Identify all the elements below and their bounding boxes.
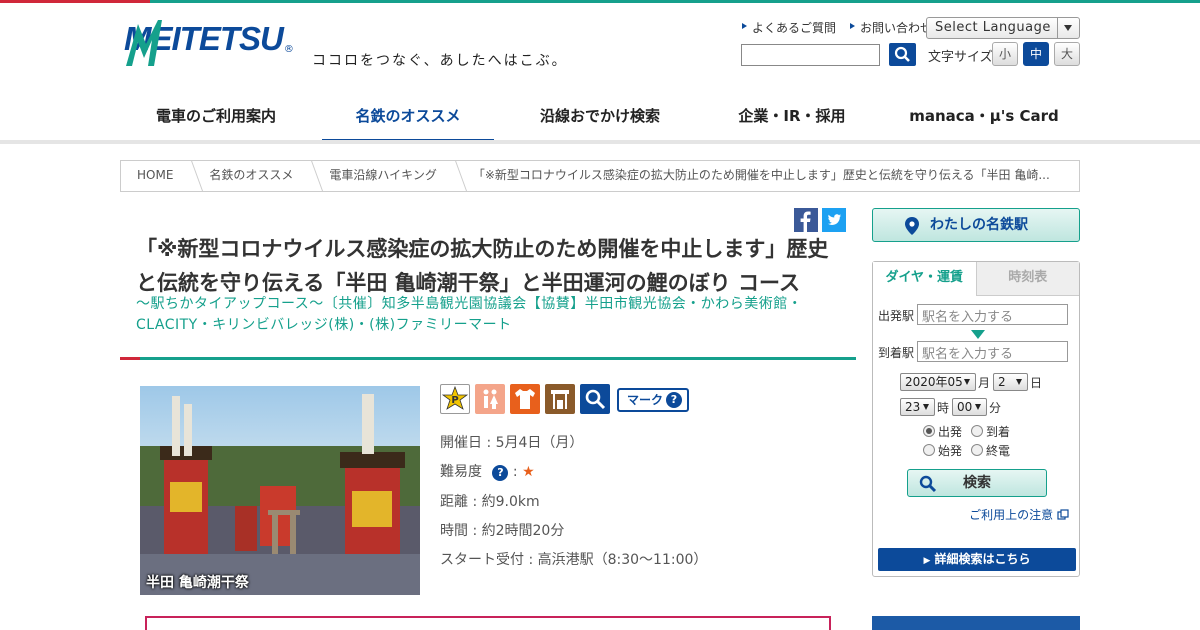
to-station-input[interactable]: 駅名を入力する bbox=[917, 341, 1068, 362]
shop-icon bbox=[545, 384, 575, 414]
arrow-down-icon bbox=[971, 330, 985, 339]
usage-notice-link[interactable]: ご利用上の注意 bbox=[969, 506, 1069, 523]
my-station-button[interactable]: わたしの名鉄駅 bbox=[872, 208, 1080, 242]
notice-box bbox=[145, 616, 831, 630]
title-underline bbox=[120, 357, 856, 360]
search-icon bbox=[894, 46, 910, 62]
facebook-share-button[interactable] bbox=[794, 208, 818, 232]
nav-outing-search[interactable]: 沿線おでかけ検索 bbox=[504, 88, 696, 143]
mark-help-button[interactable]: マーク ? bbox=[617, 388, 689, 412]
search-icon bbox=[919, 475, 937, 493]
chevron-down-icon bbox=[1057, 18, 1079, 38]
radio-departure[interactable]: 出発 bbox=[923, 423, 962, 440]
language-select-label: Select Language bbox=[935, 20, 1051, 35]
photo-caption: 半田 亀崎潮干祭 bbox=[146, 575, 249, 591]
top-accent-bar bbox=[0, 0, 1200, 3]
breadcrumb-home[interactable]: HOME bbox=[121, 161, 193, 191]
course-distance: 距離 : 約9.0km bbox=[440, 494, 540, 510]
detail-search-label: 詳細検索はこちら bbox=[934, 552, 1031, 566]
breadcrumb-hiking[interactable]: 電車沿線ハイキング bbox=[313, 161, 456, 191]
logo-m-icon bbox=[126, 20, 162, 66]
day-select[interactable]: 2 bbox=[993, 373, 1028, 391]
page-subtitle: ～駅ちかタイアップコース～〔共催〕知多半島観光園協議会【協賛】半田市観光協会・か… bbox=[136, 296, 803, 333]
font-size-medium[interactable]: 中 bbox=[1023, 42, 1049, 66]
difficulty-help-icon[interactable]: ? bbox=[492, 465, 509, 481]
mark-label: マーク bbox=[627, 393, 664, 407]
my-station-label: わたしの名鉄駅 bbox=[930, 217, 1028, 233]
difficulty-separator: : bbox=[512, 464, 518, 480]
language-select[interactable]: Select Language bbox=[926, 17, 1080, 39]
font-size-label: 文字サイズ bbox=[928, 50, 993, 65]
radio-arrival[interactable]: 到着 bbox=[971, 423, 1010, 440]
page-title: 「※新型コロナウイルス感染症の拡大防止のため開催を中止します」歴史と伝統を守り伝… bbox=[136, 237, 829, 295]
course-photo: 半田 亀崎潮干祭 bbox=[140, 386, 420, 595]
tagline: ココロをつなぐ、あしたへはこぶ。 bbox=[312, 53, 568, 69]
nav-corporate[interactable]: 企業・IR・採用 bbox=[696, 88, 888, 143]
site-search-button[interactable] bbox=[889, 43, 916, 66]
breadcrumb-recommend[interactable]: 名鉄のオススメ bbox=[193, 161, 313, 191]
timetable-panel: ダイヤ・運賃 時刻表 出発駅 駅名を入力する 到着駅 駅名を入力する 2020年… bbox=[872, 261, 1080, 577]
triangle-right-icon: ▶ bbox=[923, 556, 931, 566]
nav-divider bbox=[0, 140, 1200, 144]
year-month-select[interactable]: 2020年05 bbox=[900, 373, 976, 391]
usage-notice-label: ご利用上の注意 bbox=[969, 508, 1054, 522]
detail-search-button[interactable]: ▶ 詳細検索はこちら bbox=[878, 548, 1076, 571]
breadcrumb: HOME 名鉄のオススメ 電車沿線ハイキング 「※新型コロナウイルス感染症の拡大… bbox=[120, 160, 1080, 192]
nav-recommend[interactable]: 名鉄のオススメ bbox=[312, 88, 504, 143]
facility-icons: P bbox=[440, 384, 610, 414]
day-unit: 日 bbox=[1030, 376, 1043, 390]
radio-last-train[interactable]: 終電 bbox=[971, 442, 1010, 459]
nav-train-guide[interactable]: 電車のご利用案内 bbox=[120, 88, 312, 143]
toilet-icon bbox=[475, 384, 505, 414]
month-unit: 月 bbox=[978, 376, 991, 390]
difficulty-star: ★ bbox=[522, 464, 535, 480]
minute-select[interactable]: 00 bbox=[952, 398, 987, 416]
route-search-button[interactable]: 検索 bbox=[907, 469, 1047, 497]
to-station-label: 到着駅 bbox=[878, 346, 915, 360]
parking-icon: P bbox=[440, 384, 470, 414]
hour-select[interactable]: 23 bbox=[900, 398, 935, 416]
question-icon: ? bbox=[666, 392, 682, 408]
difficulty-row: 難易度 ? : ★ bbox=[440, 461, 535, 481]
meitetsu-logo[interactable]: MEITETSU ® bbox=[124, 20, 294, 66]
global-nav: 電車のご利用案内 名鉄のオススメ 沿線おでかけ検索 企業・IR・採用 manac… bbox=[120, 88, 1080, 143]
twitter-icon bbox=[828, 214, 841, 225]
svg-text:P: P bbox=[451, 395, 458, 406]
radio-first-train[interactable]: 始発 bbox=[923, 442, 962, 459]
contact-link[interactable]: お問い合わせ bbox=[850, 19, 932, 36]
site-search-input[interactable] bbox=[741, 44, 880, 66]
faq-link[interactable]: よくあるご質問 bbox=[742, 19, 836, 36]
location-pin-icon bbox=[905, 217, 919, 235]
start-reception: スタート受付 : 高浜港駅（8:30～11:00） bbox=[440, 552, 708, 568]
from-station-label: 出発駅 bbox=[878, 309, 915, 323]
festival-float-image bbox=[140, 394, 420, 595]
top-links: よくあるご質問 お問い合わせ bbox=[742, 19, 932, 36]
logo-registered: ® bbox=[283, 44, 294, 55]
twitter-share-button[interactable] bbox=[822, 208, 846, 232]
font-size-small[interactable]: 小 bbox=[992, 42, 1018, 66]
tab-timetable[interactable]: 時刻表 bbox=[975, 262, 1079, 296]
breadcrumb-current: 「※新型コロナウイルス感染症の拡大防止のため開催を中止します」歴史と伝統を守り伝… bbox=[472, 168, 1050, 182]
route-search-label: 検索 bbox=[963, 475, 991, 491]
from-station-input[interactable]: 駅名を入力する bbox=[917, 304, 1068, 325]
tab-fare[interactable]: ダイヤ・運賃 bbox=[873, 262, 976, 296]
event-date: 開催日 : 5月4日（月） bbox=[440, 435, 584, 451]
font-size-large[interactable]: 大 bbox=[1054, 42, 1080, 66]
shirt-icon bbox=[510, 384, 540, 414]
course-time: 時間 : 約2時間20分 bbox=[440, 523, 565, 539]
nav-manaca[interactable]: manaca・μ's Card bbox=[888, 88, 1080, 143]
difficulty-label: 難易度 bbox=[440, 464, 482, 480]
search-icon[interactable] bbox=[580, 384, 610, 414]
facebook-icon bbox=[800, 211, 811, 232]
hour-unit: 時 bbox=[937, 401, 950, 415]
minute-unit: 分 bbox=[989, 401, 1002, 415]
sidebar-banner bbox=[872, 616, 1080, 630]
external-link-icon bbox=[1057, 509, 1069, 520]
